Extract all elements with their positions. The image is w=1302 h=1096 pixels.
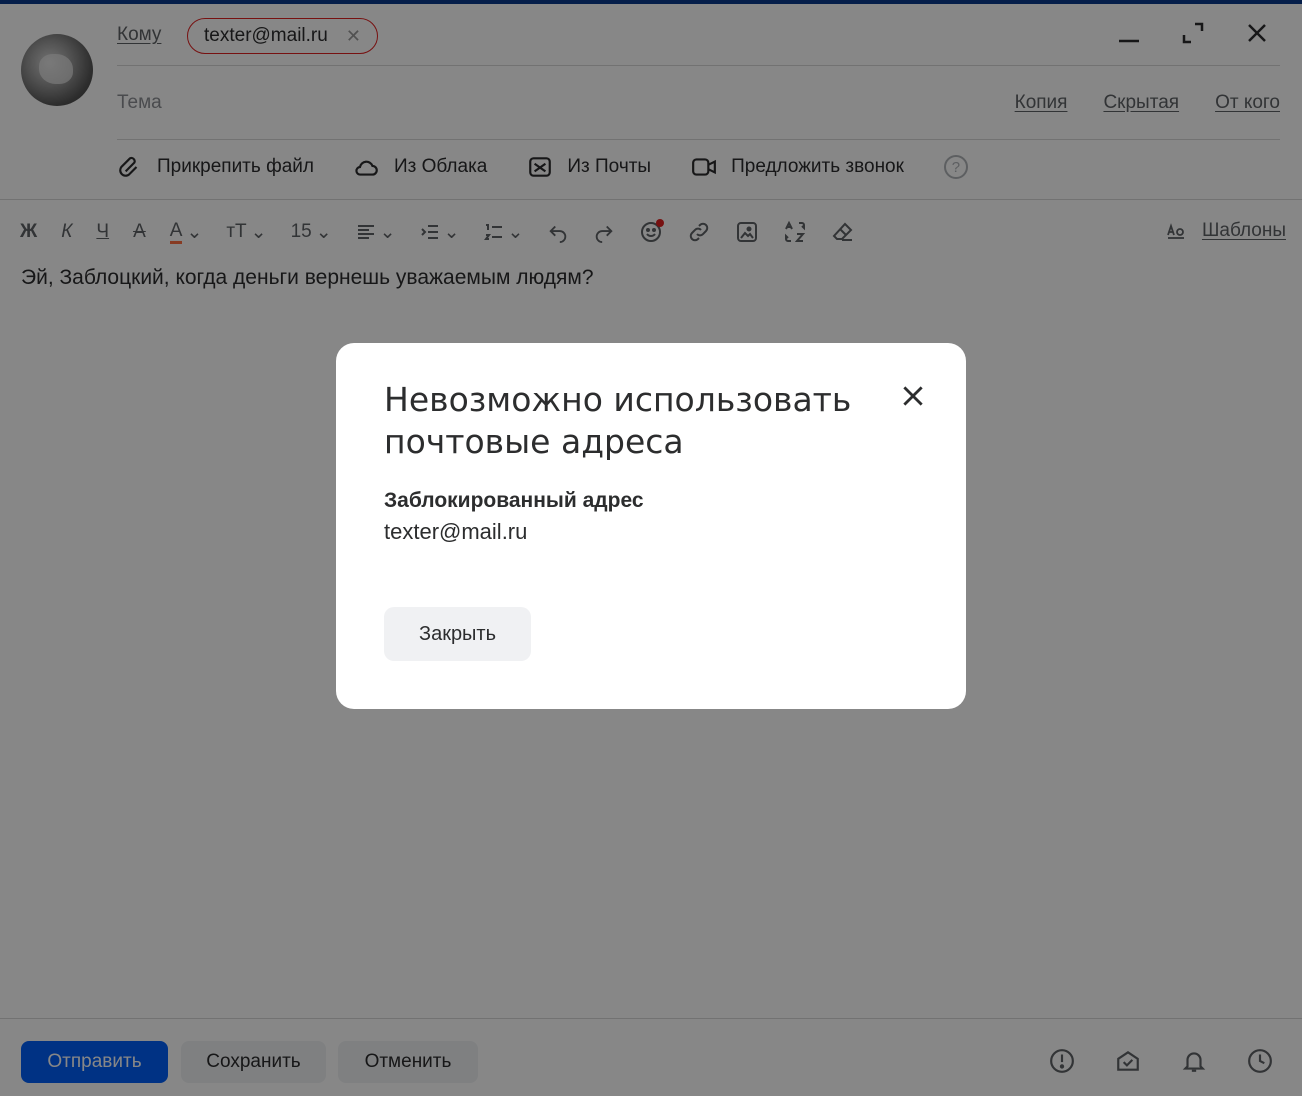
blocked-address-dialog: Невозможно использовать почтовые адреса … <box>336 343 966 709</box>
dialog-close-icon[interactable] <box>900 383 926 409</box>
dialog-title: Невозможно использовать почтовые адреса <box>384 380 852 461</box>
dialog-subtitle: Заблокированный адрес <box>384 489 644 512</box>
blocked-address: texter@mail.ru <box>384 519 528 544</box>
dialog-close-button[interactable]: Закрыть <box>384 607 531 661</box>
